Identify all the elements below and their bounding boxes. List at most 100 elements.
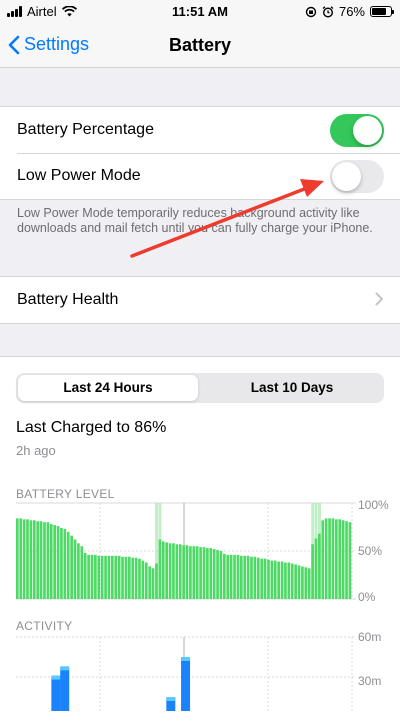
activity-bar-top <box>60 666 70 671</box>
battery-level-bar <box>104 555 107 599</box>
battery-level-bar <box>189 546 192 599</box>
y-tick-label: 30m <box>358 674 381 688</box>
battery-level-bar <box>219 551 223 599</box>
battery-level-bar <box>168 543 172 599</box>
last-charged-text: Last Charged to 86% <box>16 419 167 436</box>
battery-level-bar <box>29 520 33 599</box>
battery-health-group: Battery Health <box>0 276 400 324</box>
battery-level-bar <box>212 549 216 599</box>
battery-level-bar <box>192 546 196 599</box>
battery-level-bar <box>297 565 301 599</box>
navigation-bar: Settings Battery <box>0 24 400 68</box>
battery-level-bar <box>151 568 155 599</box>
battery-level-bar <box>256 557 260 599</box>
battery-percentage-toggle[interactable] <box>330 114 384 147</box>
last-charged-time: 2h ago <box>16 443 56 458</box>
battery-level-bar <box>165 542 168 599</box>
battery-level-bar <box>267 559 270 599</box>
activity-bar-top <box>166 697 176 701</box>
battery-level-bar <box>287 562 291 599</box>
battery-level-bar <box>117 555 121 599</box>
battery-level-bar <box>273 560 277 599</box>
battery-level-bar <box>16 518 19 599</box>
orientation-lock-icon <box>305 6 317 17</box>
battery-level-bar <box>182 545 185 599</box>
battery-level-bar <box>314 538 318 599</box>
battery-level-bar <box>290 563 294 599</box>
battery-level-bar <box>277 561 280 599</box>
activity-chart: 60m 30m <box>16 631 381 711</box>
low-power-mode-row: Low Power Mode <box>0 153 400 199</box>
battery-level-bar <box>236 554 240 599</box>
battery-level-bar <box>19 518 23 599</box>
battery-level-bar <box>294 564 297 599</box>
battery-level-bar <box>43 522 46 599</box>
battery-level-bar <box>161 541 165 599</box>
battery-level-bar <box>318 533 321 599</box>
battery-level-bar <box>345 521 348 599</box>
battery-level-bar <box>216 550 219 599</box>
low-power-description: Low Power Mode temporarily reduces backg… <box>17 206 373 235</box>
battery-level-bar <box>22 519 26 599</box>
battery-level-bar <box>206 548 209 599</box>
battery-level-bar <box>73 539 77 599</box>
battery-level-bar <box>70 535 73 599</box>
battery-level-bar <box>94 554 97 599</box>
battery-level-bar <box>202 547 206 599</box>
battery-level-bar <box>66 531 70 599</box>
battery-level-bar <box>114 555 118 599</box>
battery-level-bar <box>111 555 114 599</box>
battery-level-bar <box>49 524 53 599</box>
battery-level-bar <box>144 562 148 599</box>
status-right: 76% <box>305 4 394 19</box>
battery-level-bar <box>178 544 182 599</box>
battery-level-bar <box>185 545 189 599</box>
low-power-mode-label: Low Power Mode <box>17 167 141 184</box>
battery-percentage-label: Battery Percentage <box>17 121 154 138</box>
battery-level-bar <box>338 519 342 599</box>
battery-level-bar <box>134 557 138 599</box>
activity-bar <box>181 657 191 711</box>
battery-level-bar <box>100 555 104 599</box>
tab-last-24-hours[interactable]: Last 24 Hours <box>18 375 198 401</box>
battery-level-bar <box>195 546 199 599</box>
battery-level-bar <box>56 526 60 599</box>
battery-level-bar <box>307 568 311 599</box>
battery-level-bar <box>39 521 43 599</box>
tab-last-10-days[interactable]: Last 10 Days <box>202 375 382 401</box>
battery-level-bar <box>270 560 274 599</box>
battery-level-bar <box>250 556 253 599</box>
battery-health-row[interactable]: Battery Health <box>0 277 400 323</box>
battery-level-bar <box>253 556 257 599</box>
battery-level-bar <box>335 519 338 599</box>
battery-level-bar <box>87 554 90 599</box>
battery-level-bar <box>311 544 314 599</box>
battery-level-bar <box>233 554 236 599</box>
battery-level-bar <box>90 554 94 599</box>
status-bar: Airtel 11:51 AM 76% <box>0 0 400 24</box>
battery-level-bar <box>77 543 80 599</box>
battery-health-label: Battery Health <box>17 291 119 308</box>
battery-level-bar <box>348 522 352 599</box>
battery-level-bar <box>284 562 287 599</box>
battery-level-bar <box>260 558 264 599</box>
battery-level-bar <box>229 554 233 599</box>
low-power-mode-toggle[interactable] <box>330 160 384 193</box>
battery-level-bar <box>223 553 226 599</box>
activity-bar-top <box>51 675 61 680</box>
battery-level-bar <box>341 520 345 599</box>
activity-bar <box>51 675 61 711</box>
battery-level-bar <box>280 561 284 599</box>
battery-level-bar <box>331 518 335 599</box>
page-title: Battery <box>168 35 232 55</box>
battery-usage-section: Last 24 Hours Last 10 Days Last Charged … <box>0 356 400 712</box>
battery-level-bar <box>209 548 213 599</box>
battery-level-bar <box>138 558 141 599</box>
battery-level-bar <box>243 555 247 599</box>
y-tick-label: 0% <box>358 590 376 603</box>
battery-level-bar <box>321 520 325 599</box>
battery-level-bar <box>155 563 158 599</box>
y-tick-label: 60m <box>358 631 381 644</box>
battery-level-bar <box>63 528 67 599</box>
battery-level-bar <box>240 555 243 599</box>
